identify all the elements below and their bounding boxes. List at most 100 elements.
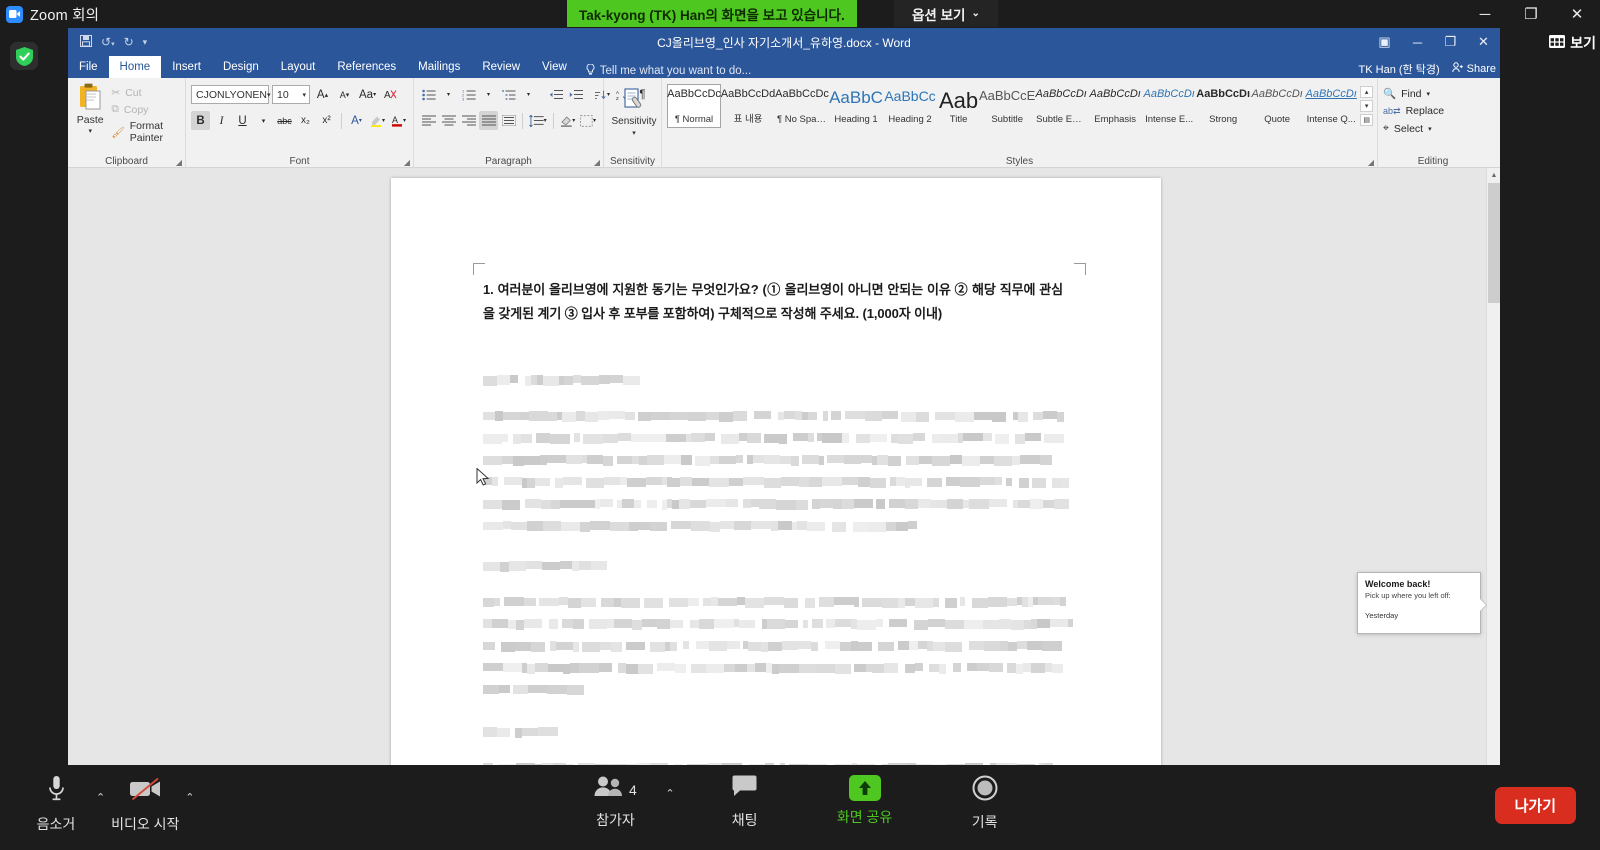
styles-scroll-up-icon[interactable]: ▴ bbox=[1360, 86, 1374, 98]
clear-formatting-icon[interactable]: A bbox=[381, 85, 400, 104]
word-restore-button[interactable]: ❐ bbox=[1434, 28, 1467, 56]
paste-button[interactable]: Paste ▾ bbox=[73, 83, 107, 144]
style-item[interactable]: AaBbCcDı Emphasis bbox=[1088, 84, 1142, 128]
bullets-icon[interactable] bbox=[419, 85, 438, 104]
zoom-minimize-button[interactable]: ─ bbox=[1462, 0, 1508, 28]
tab-review[interactable]: Review bbox=[471, 56, 531, 78]
replace-button[interactable]: ab⇄ Replace bbox=[1383, 105, 1483, 117]
undo-icon[interactable]: ↺▾ bbox=[101, 35, 115, 49]
document-page[interactable]: 1. 여러분이 올리브영에 지원한 동기는 무엇인가요? (① 올리브영이 아니… bbox=[391, 178, 1161, 765]
paragraph-dialog-launcher[interactable]: ◢ bbox=[594, 158, 600, 167]
grow-font-button[interactable]: A ▴ bbox=[313, 85, 332, 104]
scroll-up-icon[interactable]: ▲ bbox=[1487, 168, 1500, 183]
tab-insert[interactable]: Insert bbox=[161, 56, 212, 78]
document-canvas[interactable]: 1. 여러분이 올리브영에 지원한 동기는 무엇인가요? (① 올리브영이 아니… bbox=[68, 168, 1500, 765]
welcome-timestamp[interactable]: Yesterday bbox=[1365, 611, 1473, 620]
share-screen-button[interactable]: 화면 공유 bbox=[815, 775, 915, 827]
tab-home[interactable]: Home bbox=[108, 56, 162, 78]
bullets-chevron-down-icon[interactable]: ▾ bbox=[439, 85, 458, 104]
align-left-icon[interactable] bbox=[419, 111, 438, 130]
underline-button[interactable]: U bbox=[233, 111, 252, 130]
align-right-icon[interactable] bbox=[459, 111, 478, 130]
account-name[interactable]: TK Han (한 탁경) bbox=[1359, 61, 1440, 77]
numbering-chevron-down-icon[interactable]: ▾ bbox=[479, 85, 498, 104]
tab-mailings[interactable]: Mailings bbox=[407, 56, 471, 78]
tab-design[interactable]: Design bbox=[212, 56, 270, 78]
style-item[interactable]: AaBbCcDı Intense E... bbox=[1142, 84, 1196, 128]
justify-icon[interactable] bbox=[479, 111, 498, 130]
font-dialog-launcher[interactable]: ◢ bbox=[404, 158, 410, 167]
change-case-button[interactable]: Aa ▾ bbox=[357, 85, 378, 104]
clipboard-dialog-launcher[interactable]: ◢ bbox=[176, 158, 182, 167]
shading-icon[interactable]: ▾ bbox=[558, 111, 578, 130]
numbering-icon[interactable]: 123 bbox=[459, 85, 478, 104]
superscript-button[interactable]: x² bbox=[317, 111, 336, 130]
tab-file[interactable]: File bbox=[68, 56, 109, 78]
style-item[interactable]: AaBbCcDc ¶ Normal bbox=[667, 84, 721, 128]
style-item[interactable]: AaBbCcDı Strong bbox=[1196, 84, 1250, 128]
borders-icon[interactable]: ▾ bbox=[578, 111, 598, 130]
zoom-close-button[interactable]: ✕ bbox=[1554, 0, 1600, 28]
format-painter-button[interactable]: 🖌 Format Painter bbox=[111, 120, 180, 144]
participants-button[interactable]: 4 참가자 bbox=[565, 775, 665, 830]
italic-button[interactable]: I bbox=[212, 111, 231, 130]
strikethrough-button[interactable]: abc bbox=[275, 111, 294, 130]
distributed-icon[interactable] bbox=[499, 111, 518, 130]
style-item[interactable]: AaBbCcDc ¶ No Spac... bbox=[775, 84, 829, 128]
find-button[interactable]: 🔍 Find ▾ bbox=[1383, 87, 1483, 101]
sensitivity-chevron-down-icon[interactable]: ▾ bbox=[632, 129, 636, 137]
document-vertical-scrollbar[interactable]: ▲ bbox=[1486, 168, 1500, 765]
highlight-color-button[interactable]: ▾ bbox=[368, 111, 387, 130]
participants-options-chevron-icon[interactable]: ⌃ bbox=[665, 775, 674, 800]
redo-icon[interactable]: ↻ bbox=[124, 35, 134, 49]
sensitivity-button[interactable]: Sensitivity ▾ bbox=[609, 81, 659, 137]
tab-view[interactable]: View bbox=[531, 56, 578, 78]
multilevel-chevron-down-icon[interactable]: ▾ bbox=[519, 85, 538, 104]
style-item[interactable]: AaBbCcE Subtitle bbox=[979, 84, 1035, 128]
font-color-button[interactable]: A ▾ bbox=[389, 111, 408, 130]
word-close-button[interactable]: ✕ bbox=[1467, 28, 1500, 56]
shrink-font-button[interactable]: A ▾ bbox=[335, 85, 354, 104]
scrollbar-thumb[interactable] bbox=[1488, 183, 1500, 303]
multilevel-list-icon[interactable] bbox=[499, 85, 518, 104]
style-item[interactable]: AaBbCcDı Subtle Em... bbox=[1034, 84, 1088, 128]
style-item[interactable]: Aab Title bbox=[937, 84, 980, 128]
subscript-button[interactable]: x₂ bbox=[296, 111, 315, 130]
decrease-indent-icon[interactable] bbox=[546, 85, 565, 104]
record-button[interactable]: 기록 bbox=[935, 775, 1035, 832]
bold-button[interactable]: B bbox=[191, 111, 210, 130]
select-button[interactable]: ⌖ Select ▾ bbox=[1383, 122, 1483, 135]
text-effects-button[interactable]: A ▾ bbox=[347, 111, 366, 130]
share-button[interactable]: Share bbox=[1451, 62, 1496, 76]
style-item[interactable]: AaBbCcDı Intense Q... bbox=[1304, 84, 1358, 128]
styles-more-icon[interactable]: ▤ bbox=[1360, 114, 1374, 126]
paste-chevron-down-icon[interactable]: ▾ bbox=[88, 127, 92, 135]
leave-meeting-button[interactable]: 나가기 bbox=[1494, 787, 1576, 824]
style-item[interactable]: AaBbCcDı Quote bbox=[1250, 84, 1304, 128]
style-item[interactable]: AaBbCc Heading 2 bbox=[883, 84, 937, 128]
styles-scroll-down-icon[interactable]: ▾ bbox=[1360, 100, 1374, 112]
ribbon-display-options-icon[interactable]: ▣ bbox=[1368, 28, 1401, 56]
tell-me-search[interactable]: Tell me what you want to do... bbox=[578, 63, 751, 78]
styles-dialog-launcher[interactable]: ◢ bbox=[1368, 158, 1374, 167]
word-minimize-button[interactable]: ─ bbox=[1401, 28, 1434, 56]
style-item[interactable]: AaBbCcDd 표 내용 bbox=[721, 84, 775, 128]
zoom-maximize-button[interactable]: ❐ bbox=[1508, 0, 1554, 28]
welcome-back-card[interactable]: Welcome back! Pick up where you left off… bbox=[1357, 572, 1486, 634]
style-item[interactable]: AaBbC Heading 1 bbox=[829, 84, 883, 128]
line-spacing-icon[interactable]: ▾ bbox=[527, 111, 549, 130]
view-mode-chip[interactable]: 보기 bbox=[1549, 33, 1596, 53]
underline-chevron-down-icon[interactable]: ▾ bbox=[254, 111, 273, 130]
view-options-button[interactable]: 옵션 보기 ⌄ bbox=[894, 0, 998, 27]
save-icon[interactable] bbox=[80, 34, 92, 50]
chat-button[interactable]: 채팅 bbox=[695, 775, 795, 830]
tab-layout[interactable]: Layout bbox=[270, 56, 327, 78]
font-name-combobox[interactable]: CJONLYONEN ▾ bbox=[191, 85, 271, 104]
copy-button[interactable]: ⧉ Copy bbox=[111, 103, 180, 116]
increase-indent-icon[interactable] bbox=[566, 85, 585, 104]
customize-qat-icon[interactable]: ▾ bbox=[143, 37, 148, 48]
tab-references[interactable]: References bbox=[326, 56, 407, 78]
align-center-icon[interactable] bbox=[439, 111, 458, 130]
cut-button[interactable]: ✂ Cut bbox=[111, 87, 180, 99]
font-size-combobox[interactable]: 10 ▾ bbox=[272, 85, 310, 104]
